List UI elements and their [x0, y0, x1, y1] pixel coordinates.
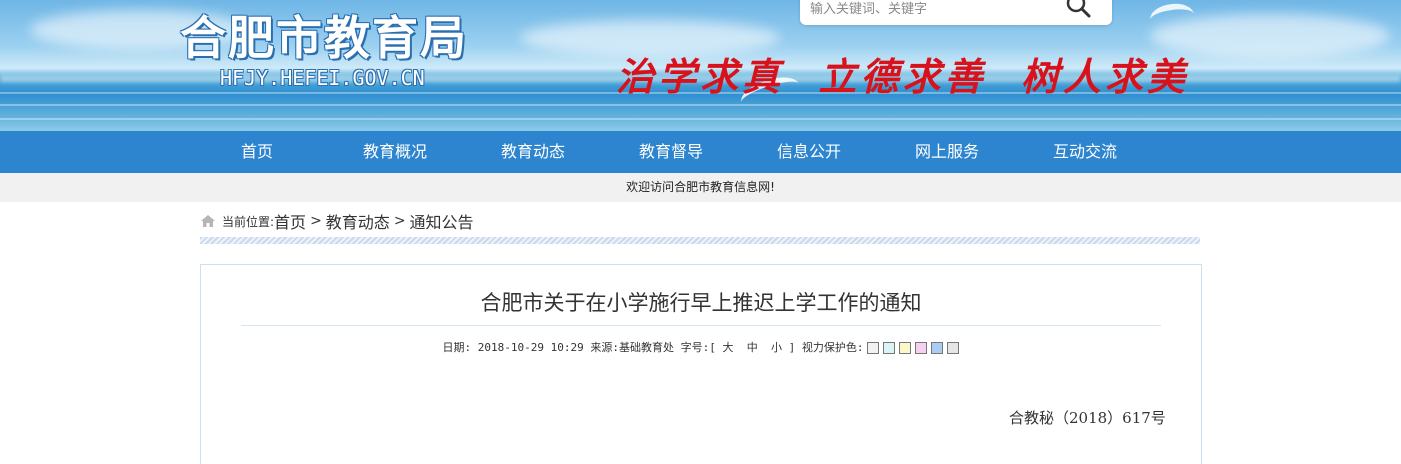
- eye-color-swatch[interactable]: [883, 341, 896, 354]
- date-label: 日期:: [442, 341, 472, 354]
- home-icon: [201, 215, 215, 227]
- eye-color-swatch[interactable]: [931, 341, 944, 354]
- search-box: [800, 0, 1112, 25]
- welcome-bar: 欢迎访问合肥市教育信息网!: [0, 173, 1401, 202]
- breadcrumb-separator: >: [393, 213, 406, 229]
- nav-item-online-services[interactable]: 网上服务: [887, 131, 1007, 173]
- font-size-large[interactable]: 大: [722, 341, 733, 354]
- eye-color-swatch[interactable]: [899, 341, 912, 354]
- eye-color-swatch[interactable]: [915, 341, 928, 354]
- breadcrumb-home[interactable]: 首页: [274, 209, 306, 233]
- article-meta: 日期: 2018-10-29 10:29 来源:基础教育处 字号:[ 大 中 小…: [201, 339, 1201, 355]
- breadcrumb-news[interactable]: 教育动态: [326, 209, 390, 233]
- nav-item-overview[interactable]: 教育概况: [335, 131, 455, 173]
- nav-item-disclosure[interactable]: 信息公开: [749, 131, 869, 173]
- source-label: 来源:: [590, 341, 619, 354]
- breadcrumb: 当前位置: 首页 > 教育动态 > 通知公告: [200, 208, 474, 234]
- font-size-medium[interactable]: 中: [747, 341, 758, 354]
- site-domain: HFJY.HEFEI.GOV.CN: [220, 66, 425, 90]
- breadcrumb-label: 当前位置:: [222, 214, 275, 229]
- document-number: 合教秘（2018）617号: [1009, 409, 1166, 427]
- header-banner: 合肥市教育局 HFJY.HEFEI.GOV.CN 治学求真 立德求善 树人求美: [0, 0, 1401, 131]
- search-icon: [1066, 0, 1091, 18]
- article-panel: 合肥市关于在小学施行早上推迟上学工作的通知 日期: 2018-10-29 10:…: [200, 264, 1202, 464]
- title-divider: [241, 325, 1161, 326]
- article-title: 合肥市关于在小学施行早上推迟上学工作的通知: [480, 291, 922, 315]
- eye-color-swatch[interactable]: [867, 341, 880, 354]
- breadcrumb-divider: [200, 237, 1200, 244]
- site-title: 合肥市教育局: [180, 11, 468, 65]
- banner-slogan: 治学求真 立德求善 树人求美: [616, 54, 1189, 99]
- font-size-small[interactable]: 小: [771, 341, 782, 354]
- nav-item-news[interactable]: 教育动态: [473, 131, 593, 173]
- eye-color-swatch[interactable]: [947, 341, 960, 354]
- banner-wave: [0, 104, 1401, 106]
- publish-date: 2018-10-29 10:29: [477, 341, 584, 354]
- breadcrumb-notices[interactable]: 通知公告: [410, 209, 474, 233]
- font-size-label: 字号:: [680, 341, 710, 354]
- breadcrumb-separator: >: [310, 213, 322, 229]
- nav-item-home[interactable]: 首页: [197, 131, 317, 173]
- eye-color-label: 视力保护色:: [801, 341, 864, 354]
- search-button[interactable]: [1062, 0, 1096, 20]
- nav-item-supervision[interactable]: 教育督导: [611, 131, 731, 173]
- search-input[interactable]: [810, 0, 1050, 18]
- main-nav: 首页 教育概况 教育动态 教育督导 信息公开 网上服务 互动交流: [0, 131, 1401, 173]
- article-source: 基础教育处: [618, 341, 674, 354]
- nav-item-interaction[interactable]: 互动交流: [1025, 131, 1145, 173]
- banner-wave: [0, 118, 1401, 120]
- eye-color-swatches: [863, 341, 960, 355]
